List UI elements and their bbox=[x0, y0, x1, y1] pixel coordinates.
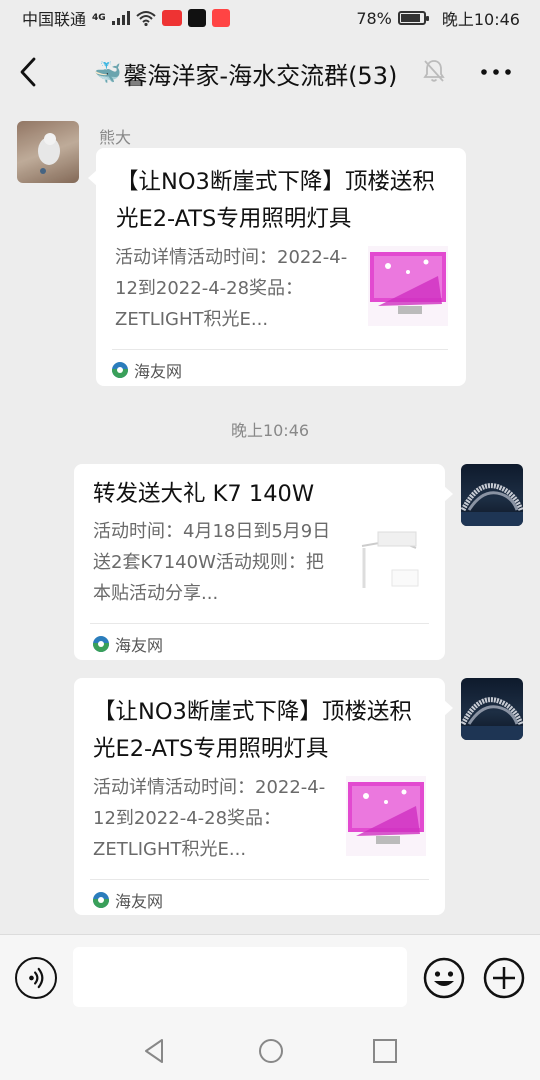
message-input[interactable] bbox=[73, 947, 407, 1007]
card-divider bbox=[90, 879, 429, 880]
nav-recent-icon[interactable] bbox=[370, 1036, 400, 1066]
system-nav-bar bbox=[0, 1020, 540, 1080]
bell-muted-icon bbox=[423, 60, 445, 82]
plus-icon[interactable] bbox=[482, 956, 526, 1000]
source-logo-icon bbox=[93, 892, 109, 908]
card-description: 活动详情活动时间：2022-4-12到2022-4-28奖品：ZETLIGHT积… bbox=[115, 247, 348, 330]
status-bar: 中国联通 4G 78% 晚上10:46 bbox=[0, 0, 540, 36]
avatar[interactable] bbox=[461, 678, 523, 740]
source-label: 海友网 bbox=[134, 362, 183, 381]
nav-home-icon[interactable] bbox=[256, 1036, 286, 1066]
card-divider bbox=[90, 623, 429, 624]
battery-percent: 78% bbox=[356, 8, 392, 28]
avatar[interactable] bbox=[461, 464, 523, 526]
card-source: 海友网 bbox=[112, 358, 182, 382]
link-card[interactable]: 【让NO3断崖式下降】顶楼送积光E2-ATS专用照明灯具 活动详情活动时间：20… bbox=[88, 148, 466, 386]
whale-emoji: 🐳 bbox=[94, 61, 122, 86]
avatar[interactable] bbox=[17, 121, 79, 183]
card-thumbnail bbox=[368, 246, 448, 326]
card-title: 【让NO3断崖式下降】顶楼送积光E2-ATS专用照明灯具 bbox=[93, 699, 412, 762]
input-bar bbox=[0, 934, 540, 1020]
nav-back-icon[interactable] bbox=[140, 1036, 170, 1066]
card-description: 活动详情活动时间：2022-4-12到2022-4-28奖品：ZETLIGHT积… bbox=[93, 777, 326, 860]
signal-icon bbox=[111, 11, 130, 25]
source-logo-icon bbox=[93, 636, 109, 652]
link-card[interactable]: 【让NO3断崖式下降】顶楼送积光E2-ATS专用照明灯具 活动详情活动时间：20… bbox=[74, 678, 453, 915]
network-badge: 4G bbox=[92, 13, 106, 23]
source-label: 海友网 bbox=[115, 892, 164, 911]
card-title: 【让NO3断崖式下降】顶楼送积光E2-ATS专用照明灯具 bbox=[116, 169, 435, 232]
card-divider bbox=[112, 349, 448, 350]
card-source: 海友网 bbox=[93, 632, 163, 656]
tiktok-icon bbox=[187, 9, 206, 27]
app-red-icon bbox=[211, 9, 230, 27]
card-thumbnail bbox=[352, 524, 432, 604]
card-title: 转发送大礼 K7 140W bbox=[93, 481, 315, 507]
message-timestamp: 晚上10:46 bbox=[230, 421, 310, 440]
card-description: 活动时间：4月18日到5月9日送2套K7140W活动规则：把本贴活动分享... bbox=[93, 521, 331, 604]
voice-icon[interactable] bbox=[15, 957, 57, 999]
carrier-label: 中国联通 bbox=[22, 10, 87, 29]
card-thumbnail bbox=[346, 776, 426, 856]
status-time: 晚上10:46 bbox=[441, 10, 520, 29]
app-news-icon bbox=[161, 10, 182, 26]
link-card[interactable]: 转发送大礼 K7 140W 活动时间：4月18日到5月9日送2套K7140W活动… bbox=[74, 464, 453, 660]
source-logo-icon bbox=[112, 362, 128, 378]
emoji-icon[interactable] bbox=[422, 956, 466, 1000]
back-arrow-icon[interactable] bbox=[14, 54, 46, 90]
battery-icon bbox=[397, 11, 429, 25]
source-label: 海友网 bbox=[115, 636, 164, 655]
chat-header: 🐳 馨海洋家-海水交流群(53) bbox=[0, 36, 540, 108]
sender-name: 熊大 bbox=[99, 128, 132, 147]
chat-title: 🐳 馨海洋家-海水交流群(53) bbox=[94, 56, 397, 91]
wifi-icon bbox=[136, 11, 156, 26]
chat-title-text: 馨海洋家-海水交流群(53) bbox=[123, 62, 398, 90]
more-dots-icon[interactable] bbox=[478, 60, 514, 84]
card-source: 海友网 bbox=[93, 888, 163, 912]
